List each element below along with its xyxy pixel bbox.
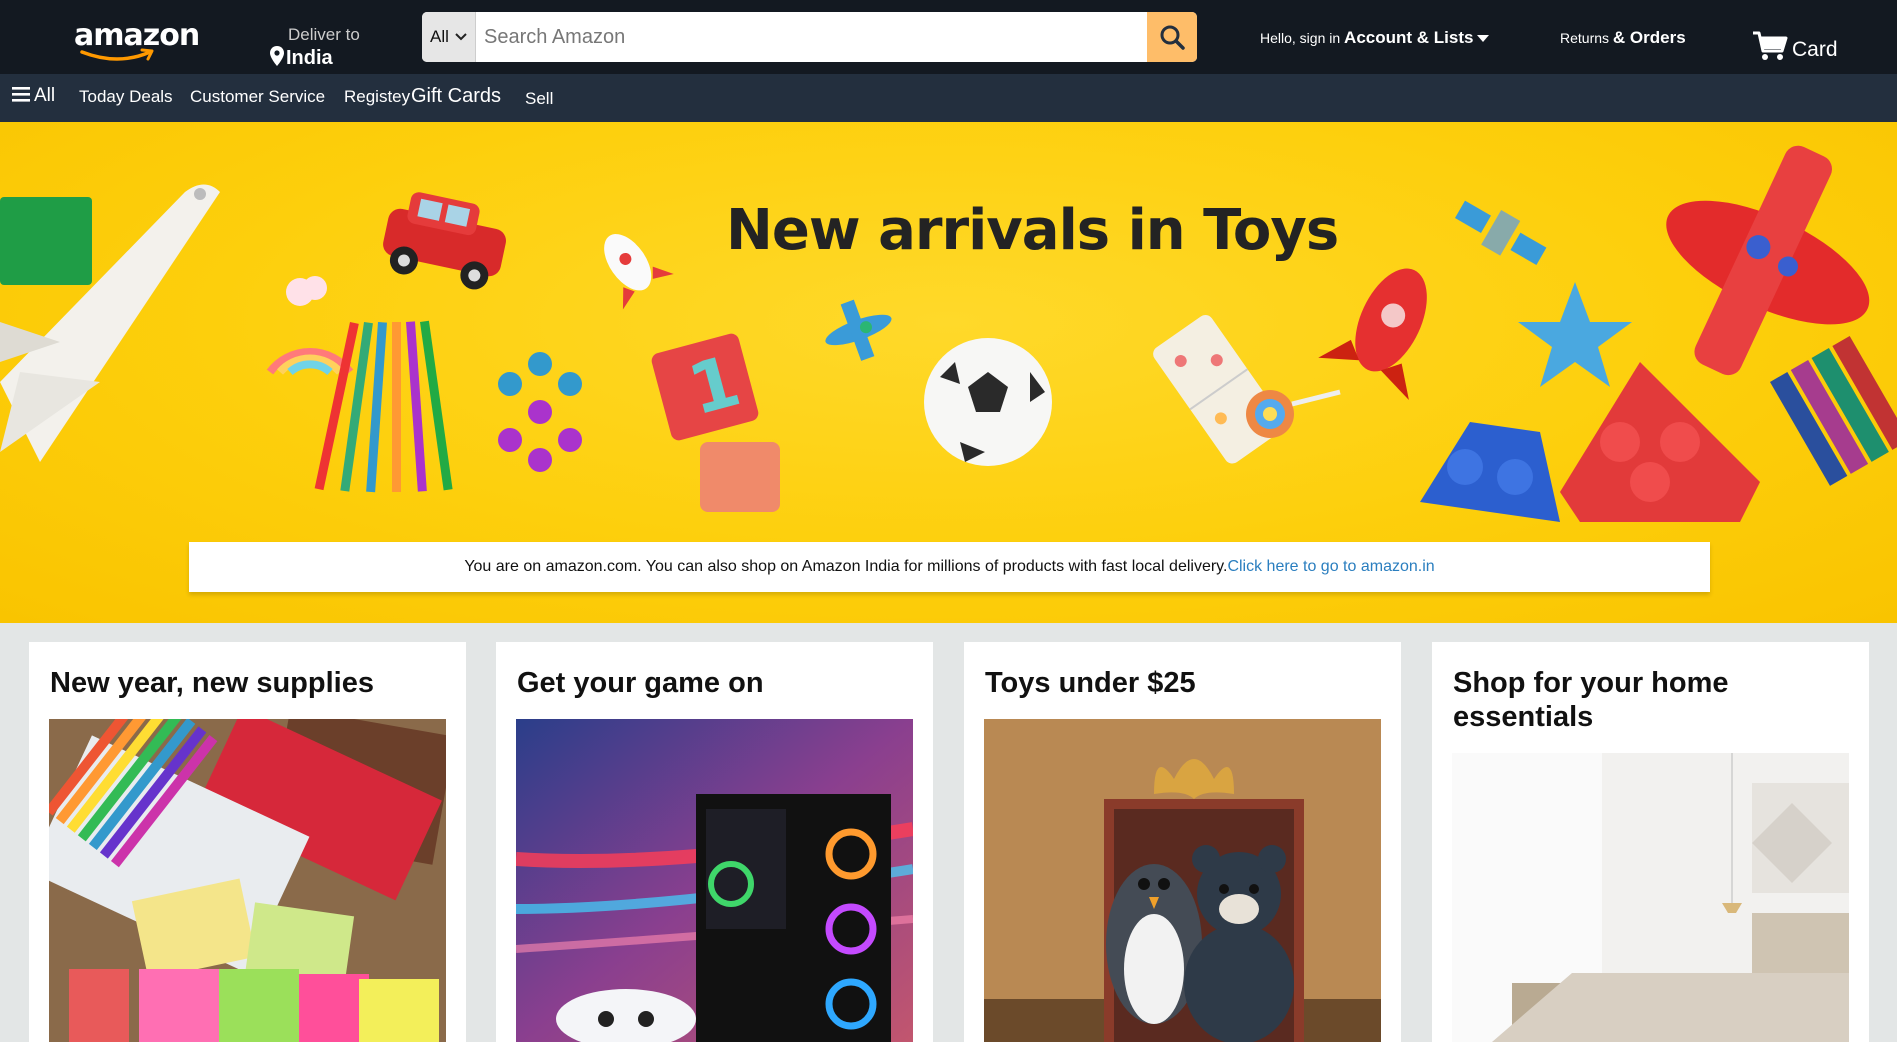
all-label: All (34, 85, 56, 106)
toys-illustration: 1 (0, 145, 1897, 522)
cart[interactable]: Card (1752, 30, 1838, 62)
caret-down-icon (1477, 35, 1490, 42)
blue-bricks-toy (1420, 422, 1560, 522)
returns-orders[interactable]: Returns & Orders (1560, 28, 1686, 48)
card-title: New year, new supplies (50, 667, 374, 699)
all-menu-button[interactable]: All (12, 85, 55, 107)
location-pin-icon (270, 46, 284, 66)
search-icon (1160, 25, 1185, 50)
card-image[interactable] (516, 719, 913, 1042)
card-title: Toys under $25 (985, 667, 1196, 699)
soccer-ball-toy (924, 338, 1052, 466)
lollipop-toy (1246, 389, 1341, 438)
deliver-to[interactable]: Deliver to India (270, 25, 380, 70)
gaming-pc-image (516, 719, 913, 1042)
search-button[interactable] (1147, 12, 1197, 62)
search-category-label: All (430, 27, 449, 46)
nav-sell[interactable]: Sell (525, 89, 553, 109)
top-nav: amazon Deliver to India All Search Amazo… (0, 0, 1897, 74)
bedroom-image (1452, 753, 1849, 1042)
red-bricks-toy (1560, 362, 1760, 522)
smile-arrow-icon (80, 48, 154, 61)
nav-today-deals[interactable]: Today Deals (79, 87, 173, 107)
card-supplies[interactable]: New year, new supplies (29, 642, 466, 1042)
crayons-toy (1770, 336, 1897, 486)
snowflake-blocks-toy (498, 352, 582, 472)
account-label: Account & Lists (1344, 28, 1474, 47)
card-image[interactable] (1452, 753, 1849, 1042)
deliver-location: India (286, 47, 333, 69)
search-category-dropdown[interactable]: All (422, 12, 476, 62)
dominoes-toy (1153, 314, 1285, 464)
chevron-down-icon (455, 33, 467, 41)
red-rocket-toy (1318, 268, 1427, 401)
hero-banner[interactable]: 1 New arrivals in Toys You are on amazon… (0, 122, 1897, 623)
red-car-toy (383, 192, 506, 290)
card-toys[interactable]: Toys under $25 (964, 642, 1401, 1042)
deliver-label: Deliver to (288, 25, 360, 44)
hamburger-icon (12, 87, 30, 102)
account-greeting: Hello, sign in (1260, 30, 1341, 46)
hero-title: New arrivals in Toys (726, 198, 1339, 263)
star-toy (1518, 282, 1632, 387)
card-image[interactable] (984, 719, 1381, 1042)
number-blocks-toy: 1 (651, 333, 780, 512)
small-plane-toy (825, 299, 892, 361)
colored-pencils (314, 320, 453, 493)
search-bar: All (422, 12, 1197, 62)
amazon-in-link[interactable]: Click here to go to amazon.in (1227, 558, 1434, 575)
card-title: Get your game on (517, 667, 764, 699)
satellite-toy (1455, 200, 1547, 265)
rainbow-toy (266, 276, 354, 376)
search-input[interactable] (476, 12, 1147, 62)
nav-registry[interactable]: Registey (344, 87, 410, 107)
nav-customer-service[interactable]: Customer Service (190, 87, 325, 107)
secondary-nav: All Today Deals Customer Service Registe… (0, 74, 1897, 122)
orders-label: & Orders (1612, 28, 1686, 47)
account-lists[interactable]: Hello, sign in Account & Lists (1260, 28, 1490, 48)
small-rocket-toy (604, 234, 674, 310)
card-home[interactable]: Shop for your home essentials (1432, 642, 1869, 1042)
amazon-logo[interactable]: amazon (74, 18, 200, 64)
cart-icon (1753, 31, 1788, 60)
returns-label: Returns (1560, 30, 1610, 46)
school-supplies-image (49, 719, 446, 1042)
locale-notice: You are on amazon.com. You can also shop… (189, 542, 1710, 592)
nav-gift-cards[interactable]: Gift Cards (411, 85, 501, 108)
plush-toys-image (984, 719, 1381, 1042)
card-title: Shop for your home essentials (1453, 667, 1729, 733)
cart-label: Card (1792, 38, 1838, 61)
notice-text: You are on amazon.com. You can also shop… (464, 558, 1228, 575)
card-gaming[interactable]: Get your game on (496, 642, 933, 1042)
card-image[interactable] (49, 719, 446, 1042)
